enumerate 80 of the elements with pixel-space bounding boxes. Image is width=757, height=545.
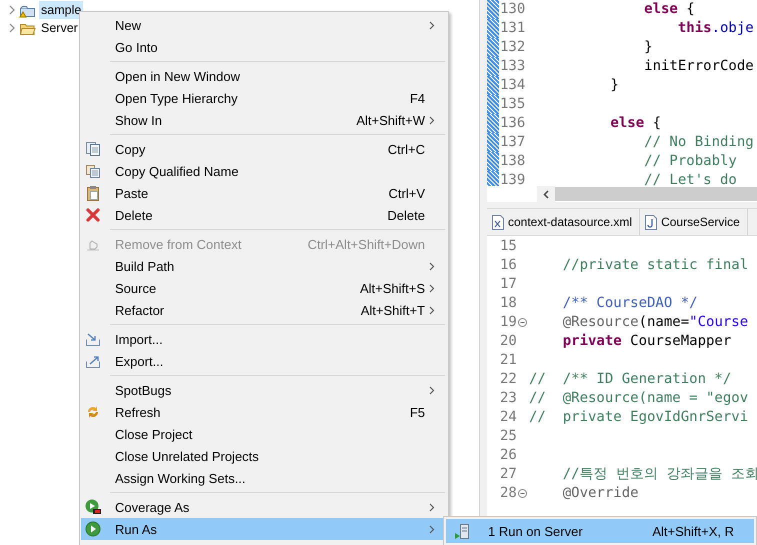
menu-item[interactable]: Build Path bbox=[81, 255, 447, 277]
line-number: 15 bbox=[500, 238, 517, 254]
menu-item[interactable]: Source Alt+Shift+S bbox=[81, 277, 447, 299]
code-line: // private EgovIdGnrServi bbox=[529, 409, 748, 425]
menu-item[interactable]: Delete Delete bbox=[81, 204, 447, 226]
line-number: 18 bbox=[500, 295, 517, 311]
menu-item[interactable]: Open Type Hierarchy F4 bbox=[81, 87, 447, 109]
line-number: 27 bbox=[500, 466, 517, 482]
scrollbar-thumb[interactable] bbox=[555, 187, 757, 201]
menu-item[interactable]: Open in New Window bbox=[81, 65, 447, 87]
code-line: // No Binding bbox=[643, 134, 754, 150]
code-line: } bbox=[609, 77, 619, 93]
tree-item[interactable]: Server bbox=[39, 19, 80, 37]
code-line: // @Resource(name = "egov bbox=[529, 390, 748, 406]
menu-item[interactable]: Copy Qualified Name bbox=[81, 160, 447, 182]
file-icon bbox=[492, 214, 504, 230]
play-icon bbox=[85, 499, 102, 515]
server-icon bbox=[454, 522, 471, 540]
code-line: else { bbox=[609, 115, 662, 131]
play-icon bbox=[85, 521, 101, 537]
code-line: /** CourseDAO */ bbox=[562, 295, 698, 311]
line-number: 131 bbox=[500, 20, 526, 36]
menu-item[interactable]: Coverage As bbox=[81, 496, 447, 518]
pages-icon bbox=[85, 141, 101, 157]
code-line: private CourseMapper bbox=[562, 333, 732, 349]
menu-item[interactable]: Copy Ctrl+C bbox=[81, 138, 447, 160]
menu-item[interactable]: Close Project bbox=[81, 423, 447, 445]
line-number: 139 bbox=[500, 172, 526, 186]
code-line: //특정 번호의 강좌글을 조회 bbox=[562, 466, 757, 482]
line-number: 16 bbox=[500, 257, 517, 273]
line-number: 136 bbox=[500, 115, 526, 131]
line-number: 25 bbox=[500, 428, 517, 444]
scrollbar[interactable] bbox=[487, 186, 757, 202]
line-number: 20 bbox=[500, 333, 517, 349]
code-line: // /** ID Generation */ bbox=[529, 371, 732, 387]
line-number: 17 bbox=[500, 276, 517, 292]
menu-item[interactable]: Go Into bbox=[81, 36, 447, 58]
cross-icon bbox=[85, 207, 101, 223]
menu-item[interactable]: Refactor Alt+Shift+T bbox=[81, 299, 447, 321]
menu-item[interactable]: Export... bbox=[81, 350, 447, 372]
line-number: 134 bbox=[500, 77, 526, 93]
line-number: 137 bbox=[500, 134, 526, 150]
line-number: 28 bbox=[500, 485, 517, 501]
code-line: @Resource(name="Course bbox=[562, 314, 748, 330]
line-number: 132 bbox=[500, 39, 526, 55]
pages-icon bbox=[85, 163, 101, 179]
line-number: 133 bbox=[500, 58, 526, 74]
line-number: 26 bbox=[500, 447, 517, 463]
code-line: } bbox=[643, 39, 653, 55]
code-line: // Let's do bbox=[643, 172, 737, 186]
line-number: 19 bbox=[500, 314, 517, 330]
menu-item[interactable]: New bbox=[81, 14, 447, 36]
line-number: 130 bbox=[500, 1, 526, 17]
refresh-icon bbox=[85, 404, 101, 420]
line-number: 135 bbox=[500, 96, 526, 112]
menu-item[interactable]: Show In Alt+Shift+W bbox=[81, 109, 447, 131]
menu-item[interactable]: Import... bbox=[81, 328, 447, 350]
menu-item[interactable]: Refresh F5 bbox=[81, 401, 447, 423]
code-line: //private static final bbox=[562, 257, 748, 273]
collapse-icon[interactable] bbox=[518, 489, 527, 498]
collapse-icon[interactable] bbox=[518, 318, 527, 327]
tree-item[interactable]: sample bbox=[39, 1, 84, 19]
line-number: 138 bbox=[500, 153, 526, 169]
line-number: 21 bbox=[500, 352, 517, 368]
tray-arrow-icon bbox=[85, 331, 101, 347]
code-line: initErrorCode bbox=[643, 58, 754, 74]
menu-item[interactable]: Paste Ctrl+V bbox=[81, 182, 447, 204]
code-line: // Probably bbox=[643, 153, 737, 169]
code-line: this.obje bbox=[676, 20, 754, 36]
menu-item[interactable]: Close Unrelated Projects bbox=[81, 445, 447, 467]
menu-item[interactable]: 1 Run on Server Alt+Shift+X, R bbox=[446, 519, 754, 543]
file-icon bbox=[645, 214, 658, 230]
line-number: 24 bbox=[500, 409, 517, 425]
clipboard-icon bbox=[85, 185, 101, 201]
code-line: else { bbox=[643, 1, 695, 17]
line-number: 22 bbox=[500, 371, 517, 387]
menu-item[interactable]: SpotBugs bbox=[81, 379, 447, 401]
line-number: 23 bbox=[500, 390, 517, 406]
code-line: @Override bbox=[562, 485, 639, 501]
menu-item[interactable]: Assign Working Sets... bbox=[81, 467, 447, 489]
